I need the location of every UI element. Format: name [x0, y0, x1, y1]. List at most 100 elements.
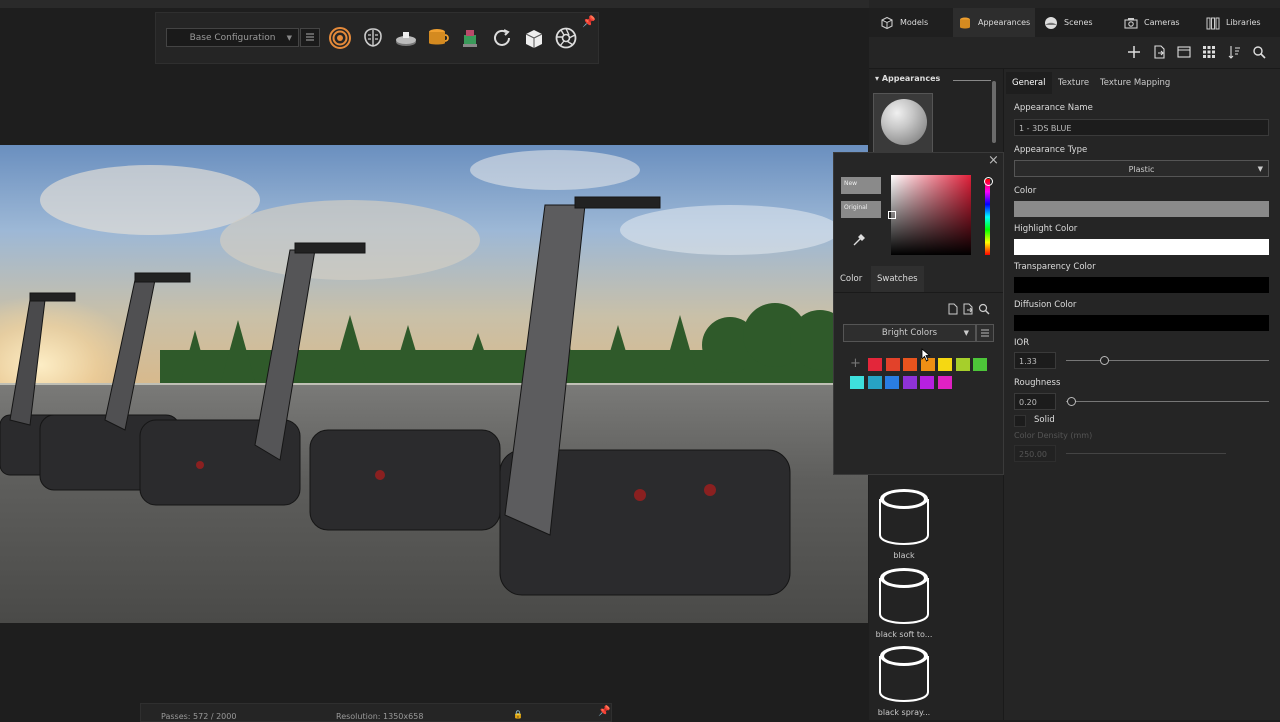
color-swatch[interactable] [955, 358, 970, 371]
color-swatch[interactable] [903, 358, 917, 371]
add-swatch-icon[interactable]: + [850, 356, 861, 371]
appearance-type-dropdown[interactable]: Plastic ▼ [1014, 160, 1269, 177]
ior-input[interactable]: 1.33 [1014, 352, 1056, 369]
appearance-thumbnail[interactable] [873, 93, 933, 153]
search-icon[interactable] [1252, 45, 1266, 59]
original-color-button[interactable]: Original [841, 201, 881, 218]
hamburger-icon [981, 329, 989, 337]
appearance-name-field[interactable]: 1 - 3DS BLUE [1014, 119, 1269, 136]
tab-cameras[interactable]: Cameras [1119, 8, 1197, 37]
tab-texture[interactable]: Texture [1052, 72, 1095, 94]
color-field-cursor[interactable] [888, 211, 896, 219]
tab-models[interactable]: Models [875, 8, 949, 37]
color-density-slider-track[interactable] [1066, 453, 1226, 454]
color-swatch[interactable] [973, 358, 987, 371]
color-swatch[interactable] [937, 376, 952, 389]
cube-icon [881, 16, 893, 29]
roughness-input[interactable]: 0.20 [1014, 393, 1056, 410]
appearance-icon [960, 17, 970, 28]
render-viewport[interactable] [0, 145, 868, 623]
transparency-color-swatch[interactable] [1014, 277, 1269, 293]
appearance-name-label: Appearance Name [1014, 103, 1093, 113]
sphere-preview [881, 99, 927, 145]
add-icon[interactable] [1127, 45, 1141, 59]
color-swatch[interactable] [938, 358, 952, 371]
ior-label: IOR [1014, 338, 1030, 348]
color-swatch[interactable] [920, 376, 934, 389]
tab-appearances[interactable]: Appearances [953, 8, 1035, 37]
refresh-icon[interactable] [490, 26, 514, 50]
pin-icon[interactable]: 📌 [598, 706, 610, 717]
tab-general[interactable]: General [1006, 72, 1052, 94]
highlight-color-swatch[interactable] [1014, 239, 1269, 255]
list-item-label: black [893, 551, 915, 560]
layout-icon[interactable] [1177, 45, 1191, 59]
saturation-value-field[interactable] [891, 175, 971, 255]
color-swatch[interactable] [850, 376, 864, 389]
configuration-dropdown[interactable]: Base Configuration ▼ [166, 28, 299, 47]
tab-swatches[interactable]: Swatches [871, 266, 924, 292]
cube-render-icon[interactable] [522, 26, 546, 50]
configuration-menu-button[interactable] [300, 28, 320, 47]
solid-checkbox[interactable] [1014, 415, 1026, 427]
hue-slider[interactable] [985, 179, 990, 255]
color-swatch[interactable] [867, 376, 882, 389]
diffusion-color-swatch[interactable] [1014, 315, 1269, 331]
palette-menu-button[interactable] [976, 324, 994, 342]
color-swatch[interactable] [885, 376, 899, 389]
color-picker-popup: × New Original Color Swatches Bright Col… [833, 152, 1004, 475]
import-palette-icon[interactable] [962, 303, 974, 315]
mouse-cursor-icon [921, 348, 931, 362]
vehicle-group [0, 196, 791, 596]
color-swatch[interactable] [902, 376, 917, 389]
list-item[interactable]: black soft to... [874, 566, 934, 639]
hamburger-icon [306, 33, 314, 41]
tab-texture-mapping[interactable]: Texture Mapping [1094, 72, 1176, 94]
color-label: Color [1014, 186, 1037, 196]
color-density-input[interactable]: 250.00 [1014, 445, 1056, 462]
search-icon[interactable] [978, 303, 990, 315]
list-item[interactable]: black [874, 487, 934, 560]
robot-icon[interactable] [458, 26, 482, 50]
color-swatch[interactable] [885, 358, 900, 371]
eyedropper-icon[interactable] [852, 233, 866, 247]
library-scrollbar[interactable] [992, 81, 996, 143]
roughness-slider-track[interactable] [1066, 401, 1269, 402]
appearance-action-bar [869, 38, 1280, 69]
list-item-label: black soft to... [875, 630, 933, 639]
tab-libraries[interactable]: Libraries [1201, 8, 1277, 37]
material-can-icon [879, 646, 929, 702]
ior-slider-handle[interactable] [1100, 356, 1109, 365]
grid-view-icon[interactable] [1202, 45, 1216, 59]
library-icon [1206, 17, 1220, 29]
aperture-icon[interactable] [554, 26, 578, 50]
color-swatch[interactable] [1014, 201, 1269, 217]
color-density-label: Color Density (mm) [1014, 431, 1093, 440]
ior-slider-track[interactable] [1066, 360, 1269, 361]
viewport-toolbar: Base Configuration ▼ 📌 [155, 12, 599, 64]
brain-icon[interactable] [361, 26, 385, 50]
target-icon[interactable] [328, 26, 352, 50]
roughness-label: Roughness [1014, 378, 1061, 388]
new-color-button[interactable]: New [841, 177, 881, 194]
roughness-slider-handle[interactable] [1067, 397, 1076, 406]
library-header[interactable]: ▾ Appearances [875, 74, 993, 83]
color-swatch[interactable] [868, 358, 882, 371]
list-item[interactable]: black spray... [874, 644, 934, 717]
lock-icon[interactable]: 🔒 [513, 710, 523, 719]
tab-scenes[interactable]: Scenes [1039, 8, 1113, 37]
camera-icon [1124, 17, 1138, 29]
tab-color[interactable]: Color [834, 266, 868, 292]
transparency-color-label: Transparency Color [1014, 262, 1096, 272]
hue-slider-handle[interactable] [984, 177, 993, 186]
palette-dropdown[interactable]: Bright Colors ▼ [843, 324, 976, 342]
configuration-label: Base Configuration [189, 33, 276, 43]
new-palette-icon[interactable] [947, 303, 959, 315]
import-file-icon[interactable] [1152, 45, 1166, 59]
material-bucket-icon[interactable] [426, 26, 450, 50]
material-can-icon [879, 489, 929, 545]
turntable-icon[interactable] [394, 26, 418, 50]
pin-icon[interactable]: 📌 [582, 15, 596, 28]
close-icon[interactable]: × [988, 153, 999, 168]
sort-icon[interactable] [1227, 45, 1241, 59]
